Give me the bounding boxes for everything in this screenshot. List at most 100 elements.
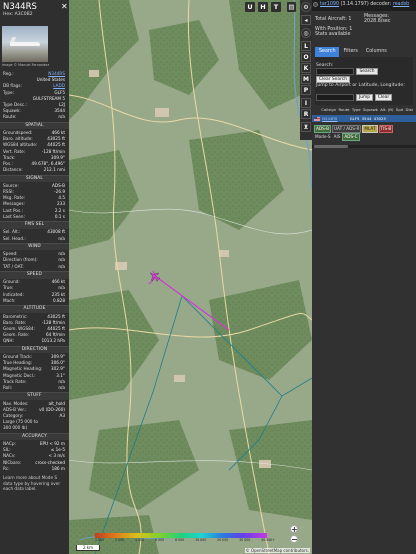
detail-label: Route: (3, 114, 17, 120)
detail-value: n/a (58, 114, 65, 120)
info-header: N344RS Hex: A3C0B2 ✕ (0, 0, 69, 22)
detail-label: TAT / OAT: (3, 263, 24, 269)
table-header: Callsign Route Type Squawk Alt. (ft) Spd Dist (312, 106, 416, 114)
detail-value: 186 m (51, 465, 65, 471)
nav-button-k[interactable]: K (301, 63, 311, 73)
map-terrain (69, 0, 312, 554)
legend-tisb[interactable]: TIS-B (378, 125, 394, 133)
zoom-out-button[interactable]: − (290, 535, 298, 544)
map-canvas[interactable]: U H T ▤ + − 1 000 2 000 4 000 6 000 8 000 10 … (69, 0, 312, 554)
legend-uat-adsr[interactable]: UAT / ADS-R (331, 125, 362, 133)
map-tool-column: ⚙ ◂ ◎ L O K M P I R ⊻ (300, 0, 312, 140)
expand-icon[interactable]: ◂ (301, 15, 311, 25)
detail-label: Mach: (3, 297, 16, 303)
legend-ais[interactable]: AIS (333, 134, 342, 140)
detail-row: Sel. Head.: n/a (0, 236, 69, 242)
row-type: GLF5 (349, 116, 360, 121)
nav-button-l[interactable]: L (301, 41, 311, 51)
legend-modes[interactable]: Mode-S (314, 134, 332, 140)
legend-mlat[interactable]: MLAT (362, 125, 378, 133)
photo-credit: Image © Manuel Fernandez (2, 63, 50, 67)
row-callsign[interactable]: N344RS (321, 116, 339, 121)
detail-row: Route: n/a (0, 114, 69, 120)
detail-row: Roll: n/a (0, 385, 69, 391)
aircraft-details: Reg.: N344RS United States DB flags: LADD Typ… (0, 71, 69, 492)
altitude-label: 10 000 (195, 538, 207, 542)
filter-icon[interactable]: ⊻ (301, 122, 311, 132)
jump-label: Jump to Airport or Latitude, Longitude: (316, 83, 405, 88)
row-squawk: 3544 (361, 116, 372, 121)
map-attribution[interactable]: © OpenStreetMap contributors. (244, 548, 310, 553)
zoom-in-button[interactable]: + (290, 525, 298, 534)
nav-button-i[interactable]: I (301, 98, 311, 108)
column-header[interactable]: Spd (395, 106, 405, 114)
table-row[interactable]: N344RS GLF5 3544 43025 (312, 115, 416, 122)
detail-row: 300 000 lb) (0, 425, 69, 431)
jump-input[interactable] (316, 94, 354, 101)
detail-label: Rc: (3, 465, 10, 471)
altitude-label: 30 000 (239, 538, 251, 542)
version-line: tar1090 (3.14.1797) decoder: readsb (320, 2, 410, 7)
detail-value: 0.828 (53, 297, 65, 303)
clear-search-button[interactable]: Clear Search (316, 76, 350, 83)
section-header: ACCURACY (0, 432, 69, 441)
jump-button[interactable]: Jump (356, 94, 373, 101)
tab-columns[interactable]: Columns (362, 47, 391, 57)
section-header: SPEED (0, 271, 69, 279)
stats-available: Stats available (315, 32, 351, 37)
detail-label: QNH: (3, 338, 14, 344)
column-header[interactable]: Dist (404, 106, 414, 114)
decoder-link[interactable]: readsb (393, 2, 409, 7)
detail-label: 300 000 lb) (3, 425, 28, 431)
panel-tabs: Search Filters Columns (315, 47, 413, 57)
aircraft-photo[interactable] (2, 26, 48, 62)
legend-adsb[interactable]: ADS-B (314, 125, 331, 133)
column-header[interactable]: Type (351, 106, 362, 114)
source-legend: ADS-B UAT / ADS-R MLAT TIS-B Mode-S AIS ADS-C (314, 125, 414, 141)
tab-filters[interactable]: Filters (339, 47, 361, 57)
detail-row: Rc: 186 m (0, 466, 69, 472)
detail-value: n/a (58, 235, 65, 241)
column-header[interactable]: Alt. (ft) (379, 106, 395, 114)
detail-label: Roll: (3, 384, 13, 390)
detail-value: 1013.2 hPa (41, 338, 65, 344)
legend-adsc[interactable]: ADS-C (342, 133, 360, 141)
section-header: SPATIAL (0, 121, 69, 130)
layers-icon[interactable]: ▤ (287, 2, 296, 12)
detail-label: Reg.: (3, 71, 14, 76)
map-button-h[interactable]: H (258, 2, 268, 12)
aircraft-info-panel: N344RS Hex: A3C0B2 ✕ Image © Manuel Fern… (0, 0, 69, 554)
detail-label: Sel. Head.: (3, 235, 26, 241)
detail-row: QNH: 1013.2 hPa (0, 338, 69, 344)
table-scrollbar[interactable] (312, 145, 416, 148)
column-header[interactable]: Squawk (362, 106, 379, 114)
clear-button[interactable]: Clear (375, 94, 392, 101)
section-header: WIND (0, 243, 69, 251)
aircraft-list-panel: tar1090 (3.14.1797) decoder: readsb Tota… (312, 0, 416, 554)
nav-button-p[interactable]: P (301, 85, 311, 95)
version-bar: tar1090 (3.14.1797) decoder: readsb (312, 0, 416, 11)
tab-search[interactable]: Search (315, 47, 340, 57)
tar1090-link[interactable]: tar1090 (320, 2, 339, 7)
section-header: DIRECTION (0, 345, 69, 354)
search-input[interactable] (316, 68, 354, 75)
detail-row: Mach: 0.828 (0, 298, 69, 304)
search-button[interactable]: Search (356, 68, 378, 75)
close-icon[interactable]: ✕ (61, 2, 68, 11)
altitude-legend-labels: 1 000 2 000 4 000 6 000 8 000 10 000 20 000 30 … (95, 538, 275, 543)
collapse-toggle-icon[interactable] (313, 2, 318, 7)
map-button-u[interactable]: U (245, 2, 255, 12)
us-flag-icon (314, 116, 320, 121)
nav-button-r[interactable]: R (301, 109, 311, 119)
nav-button-m[interactable]: M (301, 74, 311, 84)
column-header[interactable]: Callsign (320, 106, 337, 114)
messages-rate: 2028.8/sec (364, 19, 391, 24)
nav-button-o[interactable]: O (301, 52, 311, 62)
settings-gear-icon[interactable]: ⚙ (301, 2, 311, 12)
map-button-t[interactable]: T (271, 2, 281, 12)
center-icon[interactable]: ◎ (301, 28, 311, 38)
altitude-label: 1 000 (95, 538, 105, 542)
column-header[interactable]: Route (337, 106, 350, 114)
search-panel: Search: Search Clear Search Jump to Airp… (315, 57, 413, 105)
detail-row: Distance: 212.1 nmi (0, 167, 69, 173)
